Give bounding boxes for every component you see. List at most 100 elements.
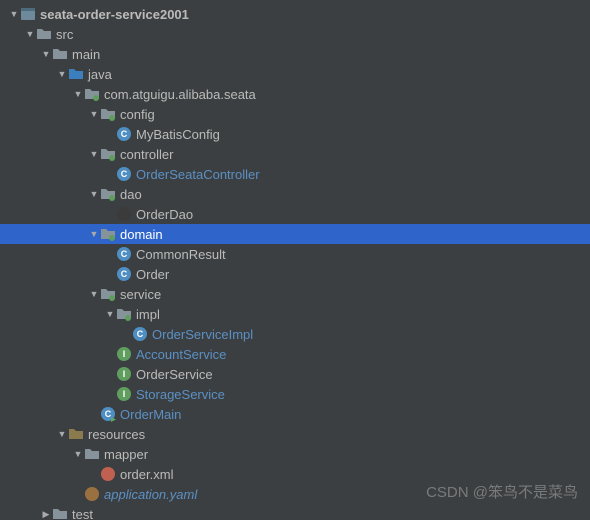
expand-arrow[interactable] xyxy=(40,509,52,520)
interface-icon: I xyxy=(116,366,132,382)
tree-item-config[interactable]: config xyxy=(0,104,590,124)
tree-label: Order xyxy=(136,267,169,282)
expand-arrow[interactable] xyxy=(104,309,116,319)
class-icon: C xyxy=(116,126,132,142)
svg-text:C: C xyxy=(121,169,128,179)
tree-item-order[interactable]: C Order xyxy=(0,264,590,284)
svg-text:I: I xyxy=(123,389,126,399)
tree-item-src[interactable]: src xyxy=(0,24,590,44)
project-tree: seata-order-service2001 src main java com.at… xyxy=(0,0,590,520)
expand-arrow[interactable] xyxy=(72,449,84,459)
package-icon xyxy=(116,306,132,322)
expand-arrow[interactable] xyxy=(88,229,100,239)
tree-item-java[interactable]: java xyxy=(0,64,590,84)
tree-item-orderseatacontroller[interactable]: C OrderSeataController xyxy=(0,164,590,184)
tree-label: java xyxy=(88,67,112,82)
svg-text:C: C xyxy=(121,129,128,139)
tree-label: MyBatisConfig xyxy=(136,127,220,142)
interface-icon: I xyxy=(116,346,132,362)
expand-arrow[interactable] xyxy=(88,149,100,159)
tree-item-domain[interactable]: domain xyxy=(0,224,590,244)
interface-icon: I xyxy=(116,386,132,402)
tree-label: test xyxy=(72,507,93,520)
tree-label: OrderDao xyxy=(136,207,193,222)
tree-item-service[interactable]: service xyxy=(0,284,590,304)
svg-text:C: C xyxy=(105,409,112,419)
folder-icon xyxy=(52,46,68,62)
tree-item-accountservice[interactable]: I AccountService xyxy=(0,344,590,364)
package-icon xyxy=(84,86,100,102)
tree-label: resources xyxy=(88,427,145,442)
tree-label: config xyxy=(120,107,155,122)
interface-dark-icon xyxy=(116,206,132,222)
tree-label: StorageService xyxy=(136,387,225,402)
tree-item-mybatisconfig[interactable]: C MyBatisConfig xyxy=(0,124,590,144)
expand-arrow[interactable] xyxy=(88,289,100,299)
folder-icon xyxy=(52,506,68,520)
tree-item-orderdao[interactable]: OrderDao xyxy=(0,204,590,224)
svg-text:C: C xyxy=(121,249,128,259)
package-icon xyxy=(100,106,116,122)
yaml-icon xyxy=(84,486,100,502)
expand-arrow[interactable] xyxy=(88,189,100,199)
expand-arrow[interactable] xyxy=(56,429,68,439)
class-icon: C xyxy=(116,266,132,282)
tree-label: OrderService xyxy=(136,367,213,382)
tree-item-storageservice[interactable]: I StorageService xyxy=(0,384,590,404)
tree-label: service xyxy=(120,287,161,302)
tree-item-resources[interactable]: resources xyxy=(0,424,590,444)
tree-label: CommonResult xyxy=(136,247,226,262)
class-icon: C xyxy=(116,166,132,182)
tree-label: impl xyxy=(136,307,160,322)
tree-label: OrderMain xyxy=(120,407,181,422)
svg-text:I: I xyxy=(123,349,126,359)
tree-label: src xyxy=(56,27,73,42)
xml-icon xyxy=(100,466,116,482)
tree-item-orderservice[interactable]: I OrderService xyxy=(0,364,590,384)
tree-item-ordermain[interactable]: C OrderMain xyxy=(0,404,590,424)
class-icon: C xyxy=(116,246,132,262)
tree-item-mapper[interactable]: mapper xyxy=(0,444,590,464)
folder-icon xyxy=(36,26,52,42)
tree-label: AccountService xyxy=(136,347,226,362)
expand-arrow[interactable] xyxy=(72,89,84,99)
package-icon xyxy=(100,226,116,242)
package-icon xyxy=(100,186,116,202)
expand-arrow[interactable] xyxy=(8,9,20,19)
expand-arrow[interactable] xyxy=(88,109,100,119)
package-icon xyxy=(100,286,116,302)
src-folder-icon xyxy=(68,66,84,82)
class-icon: C xyxy=(132,326,148,342)
module-icon xyxy=(20,6,36,22)
svg-text:C: C xyxy=(121,269,128,279)
tree-label: application.yaml xyxy=(104,487,197,502)
tree-item-com-atguigu-alibaba-seata[interactable]: com.atguigu.alibaba.seata xyxy=(0,84,590,104)
tree-label: com.atguigu.alibaba.seata xyxy=(104,87,256,102)
res-folder-icon xyxy=(68,426,84,442)
tree-label: order.xml xyxy=(120,467,173,482)
tree-label: domain xyxy=(120,227,163,242)
tree-item-dao[interactable]: dao xyxy=(0,184,590,204)
expand-arrow[interactable] xyxy=(56,69,68,79)
tree-label: OrderSeataController xyxy=(136,167,260,182)
tree-item-impl[interactable]: impl xyxy=(0,304,590,324)
tree-item-orderserviceimpl[interactable]: C OrderServiceImpl xyxy=(0,324,590,344)
tree-label: controller xyxy=(120,147,173,162)
tree-item-test[interactable]: test xyxy=(0,504,590,520)
tree-item-seata-order-service2001[interactable]: seata-order-service2001 xyxy=(0,4,590,24)
csdn-watermark: CSDN @笨鸟不是菜鸟 xyxy=(426,481,578,502)
svg-text:I: I xyxy=(123,369,126,379)
expand-arrow[interactable] xyxy=(24,29,36,39)
tree-label: dao xyxy=(120,187,142,202)
tree-item-commonresult[interactable]: C CommonResult xyxy=(0,244,590,264)
tree-label: OrderServiceImpl xyxy=(152,327,253,342)
tree-label: seata-order-service2001 xyxy=(40,7,189,22)
tree-item-main[interactable]: main xyxy=(0,44,590,64)
folder-icon xyxy=(84,446,100,462)
tree-label: main xyxy=(72,47,100,62)
tree-label: mapper xyxy=(104,447,148,462)
runnable-icon: C xyxy=(100,406,116,422)
expand-arrow[interactable] xyxy=(40,49,52,59)
tree-item-controller[interactable]: controller xyxy=(0,144,590,164)
svg-text:C: C xyxy=(137,329,144,339)
